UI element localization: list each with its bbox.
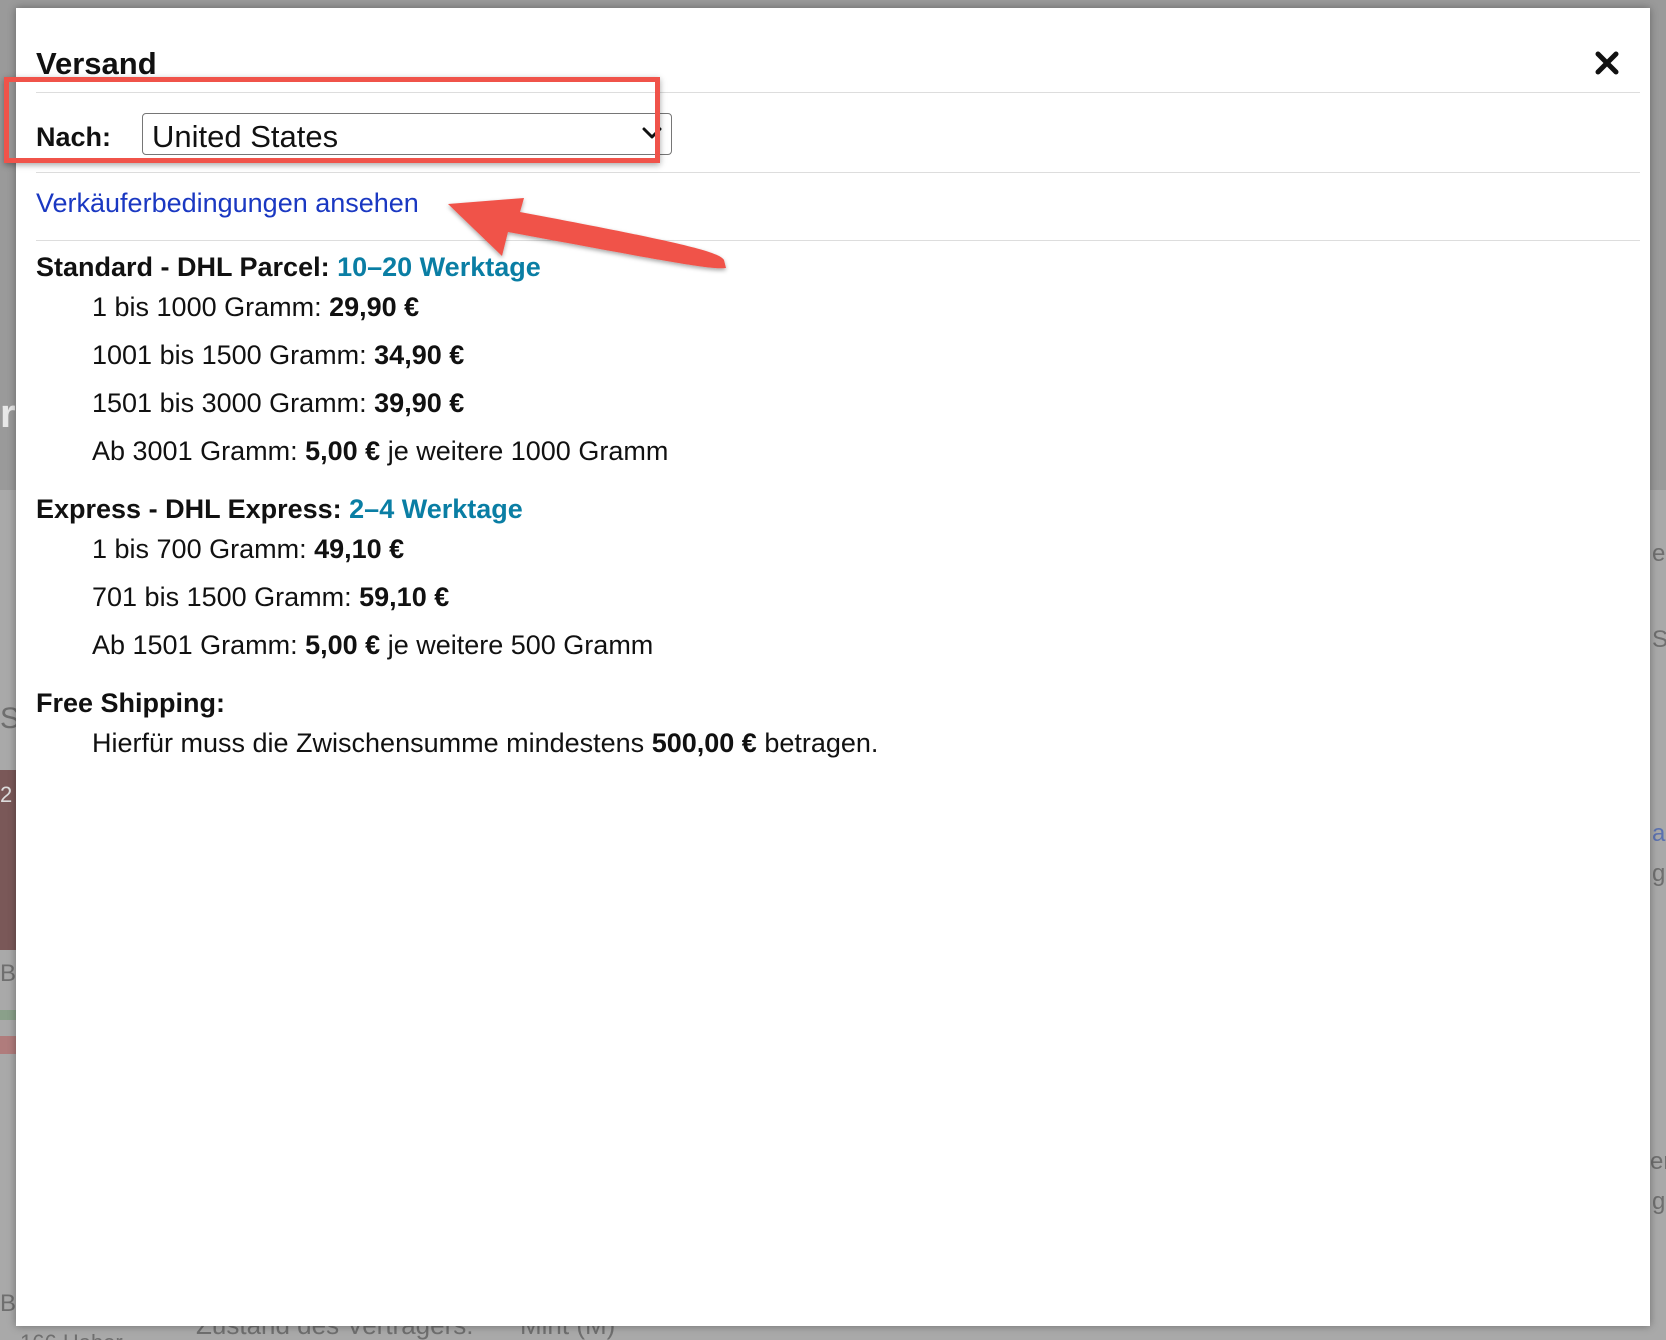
backdrop-text: g — [1652, 1188, 1666, 1215]
express-shipping-name: Express - DHL Express: — [36, 494, 342, 524]
rate-price: 34,90 € — [374, 340, 465, 370]
rate-price: 29,90 € — [329, 292, 420, 322]
rate-price: 5,00 € — [305, 436, 381, 466]
rate-suffix: je weitere 500 Gramm — [387, 630, 654, 660]
backdrop-text: 2 — [0, 782, 13, 807]
rate-line: 701 bis 1500 Gramm: 59,10 € — [92, 576, 878, 624]
rate-line: 1 bis 1000 Gramm: 29,90 € — [92, 286, 878, 334]
shipping-options: Standard - DHL Parcel: 10–20 Werktage 1 … — [36, 248, 878, 782]
backdrop-text: e — [1652, 540, 1666, 567]
express-shipping-eta: 2–4 Werktage — [349, 494, 523, 524]
seller-terms-row: Verkäuferbedingungen ansehen — [36, 174, 1640, 241]
free-shipping-section: Free Shipping: Hierfür muss die Zwischen… — [36, 684, 878, 770]
rate-range: Ab 3001 Gramm: — [92, 436, 298, 466]
express-shipping-section: Express - DHL Express: 2–4 Werktage 1 bi… — [36, 490, 878, 672]
standard-shipping-name: Standard - DHL Parcel: — [36, 252, 330, 282]
rate-range: 701 bis 1500 Gramm: — [92, 582, 352, 612]
rate-line: Ab 3001 Gramm: 5,00 € je weitere 1000 Gr… — [92, 430, 878, 478]
backdrop-text: S — [1652, 626, 1666, 653]
close-button[interactable] — [1592, 48, 1622, 78]
backdrop-text: g — [1652, 860, 1666, 887]
annotation-highlight-box — [4, 77, 660, 163]
annotation-arrow — [448, 198, 726, 269]
free-shipping-text-after: betragen. — [764, 728, 879, 758]
rate-line: Ab 1501 Gramm: 5,00 € je weitere 500 Gra… — [92, 624, 878, 672]
free-shipping-amount: 500,00 € — [651, 728, 757, 758]
backdrop-text: a — [1652, 820, 1666, 847]
rate-line: 1001 bis 1500 Gramm: 34,90 € — [92, 334, 878, 382]
rate-line: 1 bis 700 Gramm: 49,10 € — [92, 528, 878, 576]
rate-line: 1501 bis 3000 Gramm: 39,90 € — [92, 382, 878, 430]
free-shipping-condition: Hierfür muss die Zwischensumme mindesten… — [92, 722, 878, 770]
rate-price: 39,90 € — [374, 388, 465, 418]
rate-range: 1 bis 1000 Gramm: — [92, 292, 322, 322]
backdrop-bar — [0, 1010, 16, 1020]
seller-terms-link[interactable]: Verkäuferbedingungen ansehen — [36, 188, 419, 219]
rate-price: 5,00 € — [305, 630, 381, 660]
backdrop-text: er — [1650, 1148, 1666, 1175]
rate-range: 1 bis 700 Gramm: — [92, 534, 307, 564]
rate-range: Ab 1501 Gramm: — [92, 630, 298, 660]
rate-range: 1501 bis 3000 Gramm: — [92, 388, 367, 418]
backdrop-bar — [0, 1036, 16, 1054]
rate-price: 59,10 € — [359, 582, 450, 612]
backdrop-text: 166 Haber — [20, 1330, 123, 1340]
free-shipping-title: Free Shipping: — [36, 688, 225, 718]
standard-shipping-section: Standard - DHL Parcel: 10–20 Werktage 1 … — [36, 248, 878, 478]
rate-price: 49,10 € — [314, 534, 405, 564]
shipping-modal: Versand Nach: United States Verkäuferbed… — [16, 8, 1650, 1326]
free-shipping-text-before: Hierfür muss die Zwischensumme mindesten… — [92, 728, 645, 758]
close-icon — [1595, 51, 1619, 75]
express-shipping-title: Express - DHL Express: 2–4 Werktage — [36, 490, 878, 528]
rate-range: 1001 bis 1500 Gramm: — [92, 340, 367, 370]
rate-suffix: je weitere 1000 Gramm — [387, 436, 669, 466]
